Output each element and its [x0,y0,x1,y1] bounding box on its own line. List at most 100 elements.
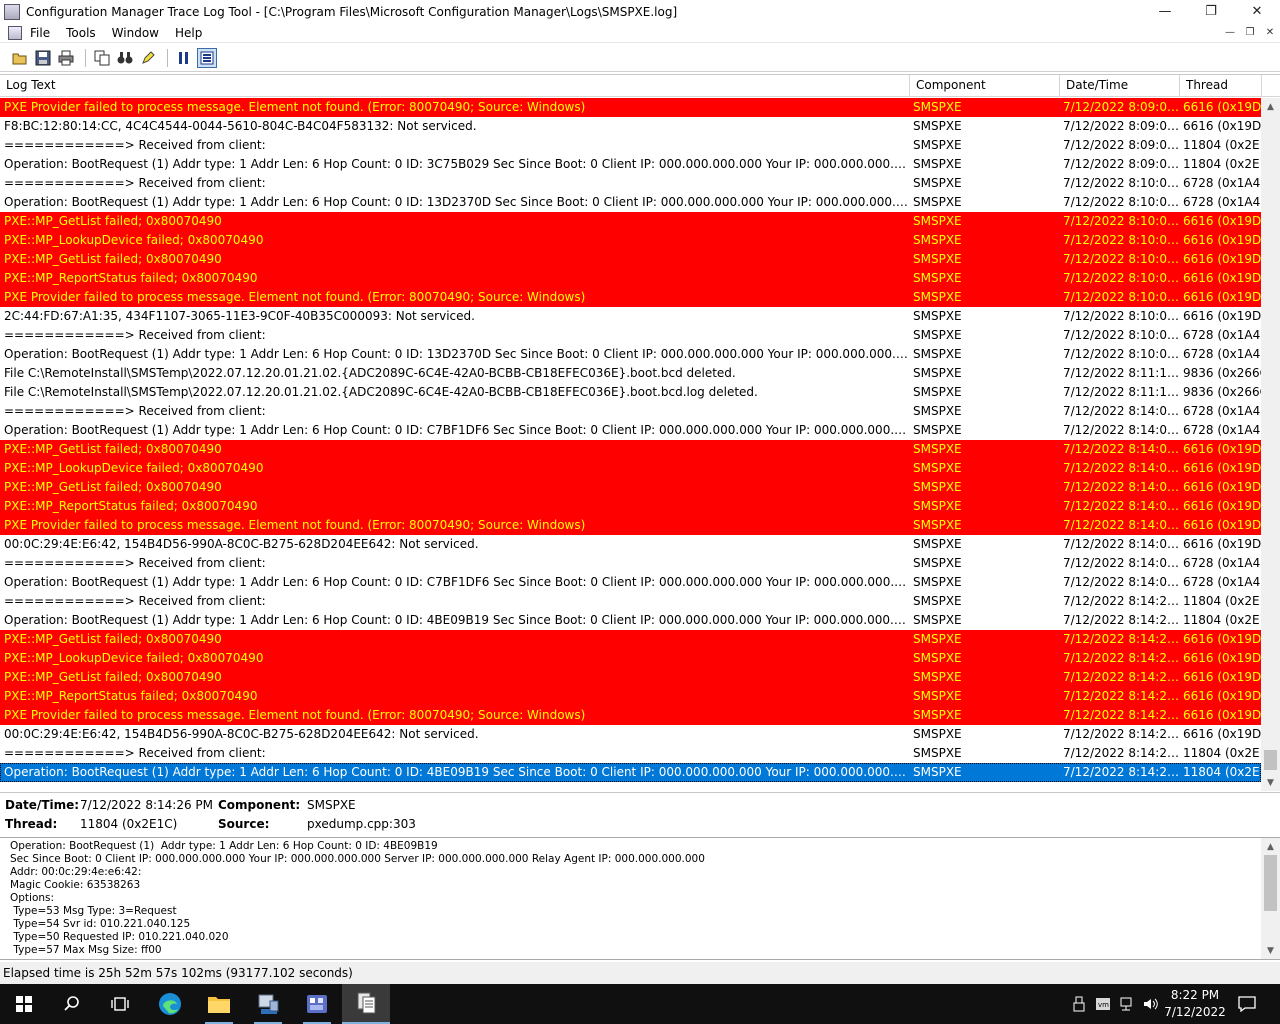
log-row[interactable]: Operation: BootRequest (1) Addr type: 1 … [0,193,1261,212]
log-row[interactable]: Operation: BootRequest (1) Addr type: 1 … [0,421,1261,440]
volume-icon[interactable] [1140,984,1162,1024]
minimize-button[interactable]: — [1142,0,1188,23]
log-row[interactable]: 2C:44:FD:67:A1:35, 434F1107-3065-11E3-9C… [0,307,1261,326]
log-row-datetime: 7/12/2022 8:11:14 PM [1063,366,1179,380]
log-row[interactable]: ============> Received from client: SMSPX… [0,592,1261,611]
column-header-component[interactable]: Component [910,75,1060,97]
search-button[interactable] [48,984,96,1024]
log-row[interactable]: PXE::MP_GetList failed; 0x80070490 SMSPXE… [0,212,1261,231]
log-row[interactable]: File C:\RemoteInstall\SMSTemp\2022.07.12… [0,364,1261,383]
log-row[interactable]: F8:BC:12:80:14:CC, 4C4C4544-0044-5610-80… [0,117,1261,136]
log-row[interactable]: PXE::MP_LookupDevice failed; 0x80070490 S… [0,231,1261,250]
menu-tools[interactable]: Tools [58,26,104,40]
log-row[interactable]: Operation: BootRequest (1) Addr type: 1 … [0,763,1261,782]
pause-icon[interactable] [174,48,194,68]
log-row-thread: 11804 (0x2E1C) [1183,765,1261,779]
document-icon[interactable] [8,25,22,40]
log-row[interactable]: PXE::MP_GetList failed; 0x80070490 SMSPXE… [0,250,1261,269]
log-row[interactable]: PXE::MP_ReportStatus failed; 0x80070490 S… [0,687,1261,706]
menu-help[interactable]: Help [167,26,210,40]
log-row[interactable]: Operation: BootRequest (1) Addr type: 1 … [0,611,1261,630]
save-icon[interactable] [33,48,53,68]
print-icon[interactable] [56,48,76,68]
title-bar: Configuration Manager Trace Log Tool - [… [0,0,1280,23]
log-row[interactable]: PXE::MP_GetList failed; 0x80070490 SMSPXE… [0,668,1261,687]
log-row[interactable]: ============> Received from client: SMSPX… [0,136,1261,155]
network-icon[interactable] [1116,984,1138,1024]
log-row[interactable]: ============> Received from client: SMSPX… [0,326,1261,345]
log-row-component: SMSPXE [913,176,962,190]
log-row[interactable]: Operation: BootRequest (1) Addr type: 1 … [0,345,1261,364]
taskbar-server-manager[interactable] [244,984,292,1024]
log-row-component: SMSPXE [913,480,962,494]
taskbar-cmtrace[interactable] [342,984,390,1024]
log-row[interactable]: Operation: BootRequest (1) Addr type: 1 … [0,155,1261,174]
detail-text-pane[interactable]: Operation: BootRequest (1) Addr type: 1 … [0,837,1280,960]
log-row-thread: 6616 (0x19D8) [1183,290,1261,304]
column-header-datetime[interactable]: Date/Time [1060,75,1180,97]
vmware-tools-icon[interactable]: vm [1092,984,1114,1024]
menu-file[interactable]: File [22,26,58,40]
maximize-button[interactable]: ❐ [1188,0,1234,23]
scroll-thumb[interactable] [1264,750,1277,770]
detail-scroll-thumb[interactable] [1264,855,1277,911]
highlight-icon[interactable] [138,48,158,68]
column-header-thread[interactable]: Thread [1180,75,1262,97]
taskbar-clock[interactable]: 8:22 PM 7/12/2022 [1160,987,1230,1021]
log-row[interactable]: ============> Received from client: SMSPX… [0,744,1261,763]
detail-scroll-up-icon[interactable]: ▲ [1261,838,1280,855]
filter-icon[interactable] [197,47,217,68]
log-row[interactable]: File C:\RemoteInstall\SMSTemp\2022.07.12… [0,383,1261,402]
close-button[interactable]: ✕ [1234,0,1280,23]
log-row-datetime: 7/12/2022 8:10:07 PM [1063,328,1179,342]
log-row[interactable]: PXE::MP_LookupDevice failed; 0x80070490 S… [0,459,1261,478]
scroll-down-icon[interactable]: ▼ [1261,774,1280,791]
log-row-text: PXE::MP_GetList failed; 0x80070490 [4,480,222,494]
log-row-component: SMSPXE [913,290,962,304]
log-scrollbar[interactable]: ▲ ▼ [1261,98,1280,791]
log-row[interactable]: ============> Received from client: SMSPX… [0,174,1261,193]
column-header-log-text[interactable]: Log Text [0,75,910,97]
log-row[interactable]: PXE::MP_ReportStatus failed; 0x80070490 S… [0,497,1261,516]
mdi-minimize-button[interactable]: — [1220,23,1240,41]
log-row-datetime: 7/12/2022 8:10:04 PM [1063,309,1179,323]
open-icon[interactable] [10,48,30,68]
menu-window[interactable]: Window [104,26,167,40]
mdi-close-button[interactable]: ✕ [1260,23,1280,41]
log-row[interactable]: PXE Provider failed to process message. … [0,516,1261,535]
notification-icon[interactable] [1234,984,1260,1024]
mdi-restore-button[interactable]: ❐ [1240,23,1260,41]
log-row[interactable]: PXE::MP_ReportStatus failed; 0x80070490 S… [0,269,1261,288]
log-row[interactable]: ============> Received from client: SMSPX… [0,402,1261,421]
start-button[interactable] [0,984,48,1024]
log-row[interactable]: PXE Provider failed to process message. … [0,706,1261,725]
copy-icon[interactable] [92,48,112,68]
scroll-up-icon[interactable]: ▲ [1261,98,1280,115]
log-row-datetime: 7/12/2022 8:10:04 PM [1063,252,1179,266]
detail-scrollbar[interactable]: ▲ ▼ [1261,838,1280,959]
log-row[interactable]: 00:0C:29:4E:E6:42, 154B4D56-990A-8C0C-B2… [0,535,1261,554]
log-row-datetime: 7/12/2022 8:09:05 PM [1063,157,1179,171]
log-row-component: SMSPXE [913,214,962,228]
log-row-datetime: 7/12/2022 8:10:04 PM [1063,290,1179,304]
taskbar-file-explorer[interactable] [195,984,243,1024]
log-row[interactable]: PXE::MP_GetList failed; 0x80070490 SMSPXE… [0,630,1261,649]
log-row[interactable]: PXE::MP_GetList failed; 0x80070490 SMSPXE… [0,478,1261,497]
log-row[interactable]: ============> Received from client: SMSPX… [0,554,1261,573]
detail-scroll-down-icon[interactable]: ▼ [1261,942,1280,959]
log-row[interactable]: PXE::MP_LookupDevice failed; 0x80070490 S… [0,649,1261,668]
log-row-thread: 6616 (0x19D8) [1183,233,1261,247]
log-row[interactable]: PXE::MP_GetList failed; 0x80070490 SMSPXE… [0,440,1261,459]
log-row[interactable]: PXE Provider failed to process message. … [0,288,1261,307]
log-row[interactable]: Operation: BootRequest (1) Addr type: 1 … [0,573,1261,592]
usb-icon[interactable] [1068,984,1090,1024]
log-row[interactable]: PXE Provider failed to process message. … [0,98,1261,117]
taskbar-edge[interactable] [146,984,194,1024]
log-row-component: SMSPXE [913,727,962,741]
find-icon[interactable] [115,48,135,68]
log-row[interactable]: 00:0C:29:4E:E6:42, 154B4D56-990A-8C0C-B2… [0,725,1261,744]
log-row-text: ============> Received from client: [4,176,266,190]
taskbar-config-manager-console[interactable] [293,984,341,1024]
task-view-button[interactable] [96,984,144,1024]
log-row-datetime: 7/12/2022 8:10:04 PM [1063,195,1179,209]
